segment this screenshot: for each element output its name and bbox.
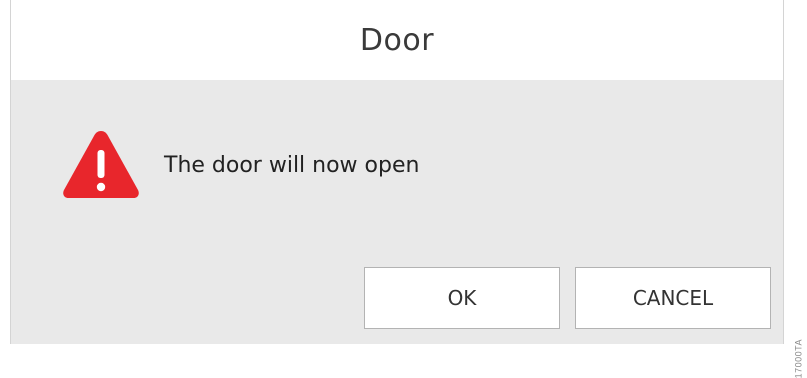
cancel-button-label: CANCEL [632, 286, 714, 310]
ok-button[interactable]: OK [364, 267, 560, 329]
dialog-message: The door will now open [164, 153, 420, 178]
dialog-title: Door [359, 22, 435, 58]
figure-code: 17000TA [793, 339, 803, 378]
door-dialog: Door The door will now open OK CANCEL [10, 0, 784, 344]
warning-exclamation-bar [97, 150, 105, 178]
warning-icon [63, 131, 139, 198]
ok-button-label: OK [447, 286, 477, 310]
cancel-button[interactable]: CANCEL [575, 267, 771, 329]
warning-exclamation-dot [96, 182, 106, 192]
dialog-title-bar: Door [11, 0, 783, 80]
dialog-body: The door will now open OK CANCEL [11, 80, 783, 344]
